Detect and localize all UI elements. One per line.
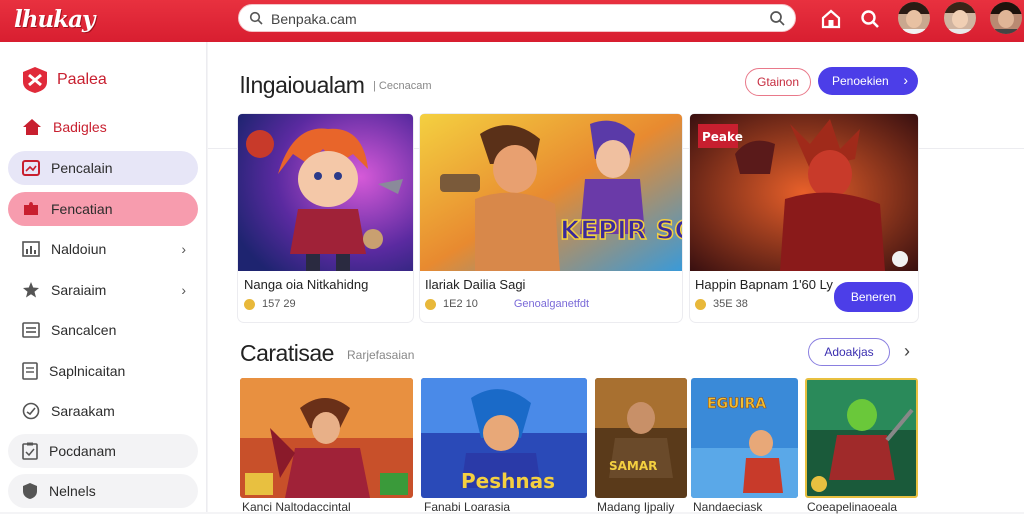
thumbnail-art-text: EGUIRA <box>707 396 766 412</box>
sidebar-item-label: Sancalcen <box>51 322 117 338</box>
sidebar-item-label: Saplnicaitan <box>49 363 126 379</box>
brand-label: Paalea <box>57 71 107 88</box>
chevron-right-icon: › <box>903 72 908 88</box>
list-icon <box>22 322 40 338</box>
section-subtitle: Rarjefasaian <box>347 348 415 362</box>
primary-button[interactable]: Penoekien › <box>818 67 918 95</box>
sidebar-item-pocdanam[interactable]: Pocdanam <box>8 434 198 468</box>
home-icon <box>23 119 41 135</box>
chevron-right-icon[interactable]: › <box>904 341 910 362</box>
thumbnail-art <box>807 380 916 496</box>
app-logo[interactable]: lhukay <box>14 6 95 33</box>
search-bar[interactable]: Benpaka.cam <box>238 4 796 32</box>
sidebar-item-label: Naldoiun <box>51 241 107 257</box>
card-meta: 157 29 <box>244 298 296 310</box>
filter-button[interactable]: Gtainon <box>745 68 811 96</box>
shield-icon <box>23 483 37 499</box>
card-meta-value: 1E2 10 <box>443 298 478 310</box>
game-card[interactable]: Peake Happin Bapnam 1'60 Ly 35E 38 Bener… <box>690 114 918 322</box>
section-subtitle: | Cecnacam <box>373 80 432 92</box>
thumbnail-art: EGUIRA <box>691 378 798 498</box>
game-thumbnail[interactable]: Peshnas <box>421 378 587 498</box>
card-title: Ilariak Dailia Sagi <box>425 277 526 292</box>
sidebar-item-saraakam[interactable]: Saraakam <box>8 394 198 428</box>
home-icon[interactable] <box>820 8 842 30</box>
card-meta: 1E2 10 Genoalganetfdt <box>425 298 589 310</box>
puzzle-icon <box>24 202 38 215</box>
sidebar-item-nelnels[interactable]: Nelnels <box>8 474 198 508</box>
sidebar-item-label: Badigles <box>53 119 107 135</box>
game-card[interactable]: KEPIR SCI FOSIASI Ilariak Dailia Sagi 1E… <box>420 114 682 322</box>
chart-icon <box>22 241 40 257</box>
picture-icon <box>22 160 40 176</box>
card-title: Nanga oia Nitkahidng <box>244 277 369 292</box>
sidebar: Paalea Badigles Pencalain Fencatian Nald… <box>0 42 207 512</box>
play-button[interactable]: Beneren <box>834 282 913 312</box>
sidebar-item-saplnicaitan[interactable]: Saplnicaitan <box>8 354 198 388</box>
clipboard-icon <box>22 442 38 460</box>
thumbnail-badge-text: Peake <box>702 130 743 144</box>
card-meta: 35E 38 <box>695 298 748 310</box>
brand-logo-icon <box>23 67 47 93</box>
sidebar-item-badigles[interactable]: Badigles <box>8 110 198 144</box>
game-thumbnail[interactable] <box>240 378 413 498</box>
avatar[interactable] <box>898 2 930 34</box>
gauge-icon <box>22 402 40 420</box>
game-thumbnail[interactable] <box>805 378 918 498</box>
see-all-button[interactable]: Adoakjas <box>808 338 890 366</box>
thumbnail-art-text: SAMAR <box>609 459 657 473</box>
game-thumbnail: KEPIR SCI FOSIASI <box>420 114 682 271</box>
top-bar: lhukay Benpaka.cam <box>0 0 1024 42</box>
search-input[interactable]: Benpaka.cam <box>271 11 357 27</box>
sidebar-item-pencalain[interactable]: Pencalain <box>8 151 198 185</box>
card-meta-value: 35E 38 <box>713 298 748 310</box>
game-thumbnail: Peake <box>690 114 918 271</box>
coin-icon <box>425 298 436 310</box>
sidebar-item-label: Fencatian <box>51 201 113 217</box>
section-title: Caratisae <box>240 340 334 366</box>
search-submit-icon[interactable] <box>769 10 785 26</box>
game-thumbnail <box>238 114 413 271</box>
primary-button-label: Penoekien <box>832 74 889 88</box>
star-icon <box>23 282 39 298</box>
card-meta-link[interactable]: Genoalganetfdt <box>514 298 589 310</box>
section-title: lIngaioualam <box>240 72 365 98</box>
thumbnail-art-text: Peshnas <box>461 469 555 493</box>
thumbnail-art: Peshnas <box>421 378 587 498</box>
thumbnail-art <box>240 378 413 498</box>
sidebar-item-label: Saraiaim <box>51 282 107 298</box>
coin-icon <box>244 298 255 310</box>
sidebar-item-naldoiun[interactable]: Naldoiun › <box>8 232 198 266</box>
game-thumbnail[interactable]: EGUIRA <box>691 378 798 498</box>
document-icon <box>22 362 38 380</box>
game-thumbnail[interactable]: SAMAR <box>595 378 687 498</box>
sidebar-brand[interactable]: Paalea <box>22 66 107 94</box>
card-meta-value: 157 29 <box>262 298 296 310</box>
chevron-right-icon: › <box>181 282 186 298</box>
thumbnail-art: SAMAR <box>595 378 687 498</box>
game-card[interactable]: Nanga oia Nitkahidng 157 29 <box>238 114 413 322</box>
chevron-right-icon: › <box>181 241 186 257</box>
coin-icon <box>695 298 706 310</box>
search-icon <box>249 11 263 25</box>
search-icon[interactable] <box>859 8 881 30</box>
sidebar-item-label: Pencalain <box>51 160 113 176</box>
sidebar-item-saraiaim[interactable]: Saraiaim › <box>8 273 198 307</box>
sidebar-item-sancalcen[interactable]: Sancalcen <box>8 313 198 347</box>
avatar[interactable] <box>944 2 976 34</box>
sidebar-item-label: Saraakam <box>51 403 115 419</box>
avatar[interactable] <box>990 2 1022 34</box>
sidebar-item-label: Pocdanam <box>49 443 116 459</box>
sidebar-item-fencatian[interactable]: Fencatian <box>8 192 198 226</box>
sidebar-item-label: Nelnels <box>49 483 96 499</box>
thumbnail-art-text: KEPIR SCI FOSIASI <box>560 216 682 246</box>
card-title: Happin Bapnam 1'60 Ly <box>695 277 833 292</box>
